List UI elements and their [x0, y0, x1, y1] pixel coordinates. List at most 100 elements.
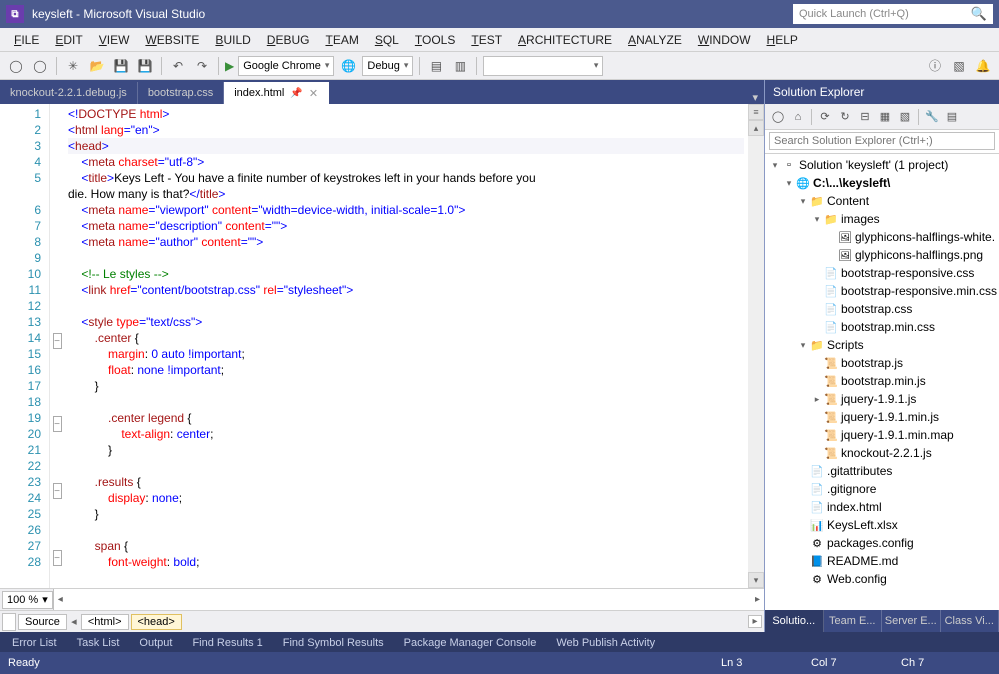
scroll-track[interactable] — [748, 136, 764, 572]
tree-node[interactable]: ▾🌐C:\...\keysleft\ — [765, 174, 999, 192]
pin-icon[interactable]: 📌 — [290, 88, 302, 99]
breadcrumb-html[interactable]: <html> — [81, 614, 129, 630]
tree-node[interactable]: 📜bootstrap.js — [765, 354, 999, 372]
menu-build[interactable]: BUILD — [207, 33, 258, 47]
redo-icon[interactable]: ↷ — [192, 56, 212, 76]
bottom-tab[interactable]: Find Results 1 — [184, 633, 270, 651]
bottom-tab[interactable]: Find Symbol Results — [275, 633, 392, 651]
menu-sql[interactable]: SQL — [367, 33, 407, 47]
menu-edit[interactable]: EDIT — [47, 33, 90, 47]
tree-node[interactable]: ⚙packages.config — [765, 534, 999, 552]
start-debug-icon[interactable]: ▶ — [225, 59, 234, 73]
browser-combo[interactable]: Google Chrome▾ — [238, 56, 334, 76]
editor-tab[interactable]: index.html📌✕ — [224, 82, 329, 104]
nav-back-icon[interactable]: ◯ — [6, 56, 26, 76]
bottom-tab[interactable]: Task List — [69, 633, 128, 651]
menu-test[interactable]: TEST — [463, 33, 510, 47]
refresh-icon[interactable]: ↻ — [836, 108, 854, 126]
menu-website[interactable]: WEBSITE — [137, 33, 207, 47]
config-combo[interactable]: Debug▾ — [362, 56, 413, 76]
tree-node[interactable]: 📜bootstrap.min.js — [765, 372, 999, 390]
menu-team[interactable]: TEAM — [317, 33, 366, 47]
tree-node[interactable]: 📄bootstrap-responsive.min.css — [765, 282, 999, 300]
tree-node[interactable]: 🖼glyphicons-halflings-white. — [765, 228, 999, 246]
tree-node[interactable]: 📘README.md — [765, 552, 999, 570]
fold-toggle-icon[interactable]: − — [53, 416, 62, 432]
scroll-down-icon[interactable]: ▾ — [748, 572, 764, 588]
tree-arrow-icon[interactable]: ▾ — [797, 196, 809, 207]
open-icon[interactable]: 📂 — [87, 56, 107, 76]
panel-tab[interactable]: Server E... — [882, 610, 941, 632]
panel-tab[interactable]: Team E... — [824, 610, 883, 632]
tree-node[interactable]: ▾📁Scripts — [765, 336, 999, 354]
fold-toggle-icon[interactable]: − — [53, 483, 62, 499]
crumb-right-icon[interactable]: ▸ — [748, 615, 762, 628]
crumb-left-icon[interactable]: ◂ — [69, 615, 79, 628]
editor-tab[interactable]: bootstrap.css — [138, 82, 224, 104]
tree-node[interactable]: 📊KeysLeft.xlsx — [765, 516, 999, 534]
tree-node[interactable]: ▾📁Content — [765, 192, 999, 210]
preview-icon[interactable]: 🔧 — [923, 108, 941, 126]
tree-node[interactable]: 📜knockout-2.2.1.js — [765, 444, 999, 462]
menu-architecture[interactable]: ARCHITECTURE — [510, 33, 620, 47]
panel-tab[interactable]: Solutio... — [765, 610, 824, 632]
tree-node[interactable]: ▾📁images — [765, 210, 999, 228]
toolbox-icon[interactable]: ▤ — [426, 56, 446, 76]
quick-launch-input[interactable]: Quick Launch (Ctrl+Q) 🔍 — [793, 4, 993, 24]
properties-icon[interactable]: ▧ — [896, 108, 914, 126]
tree-arrow-icon[interactable]: ▾ — [783, 178, 795, 189]
back-icon[interactable]: ◯ — [769, 108, 787, 126]
tree-arrow-icon[interactable]: ▾ — [769, 160, 781, 171]
info-icon[interactable]: ⓘ — [925, 56, 945, 76]
tree-node[interactable]: 📜jquery-1.9.1.min.js — [765, 408, 999, 426]
source-tab[interactable]: Source — [18, 614, 67, 630]
tree-node[interactable]: 📄index.html — [765, 498, 999, 516]
view-switch-icon[interactable] — [2, 613, 16, 631]
fold-toggle-icon[interactable]: − — [53, 333, 62, 349]
menu-view[interactable]: VIEW — [91, 33, 138, 47]
collapse-all-icon[interactable]: ⊟ — [856, 108, 874, 126]
breadcrumb-head[interactable]: <head> — [131, 614, 182, 630]
tree-node[interactable]: 📄.gitignore — [765, 480, 999, 498]
home-icon[interactable]: ⌂ — [789, 108, 807, 126]
new-project-icon[interactable]: ✳ — [63, 56, 83, 76]
menu-debug[interactable]: DEBUG — [259, 33, 318, 47]
split-view-icon[interactable]: ≡ — [748, 104, 764, 120]
menu-window[interactable]: WINDOW — [690, 33, 759, 47]
show-all-icon[interactable]: ▦ — [876, 108, 894, 126]
sync-icon[interactable]: ⟳ — [816, 108, 834, 126]
tree-arrow-icon[interactable]: ▾ — [797, 340, 809, 351]
menu-help[interactable]: HELP — [759, 33, 806, 47]
tree-node[interactable]: 📄bootstrap.min.css — [765, 318, 999, 336]
tree-node[interactable]: 📄bootstrap.css — [765, 300, 999, 318]
fold-toggle-icon[interactable]: − — [53, 550, 62, 566]
nav-fwd-icon[interactable]: ◯ — [30, 56, 50, 76]
save-icon[interactable]: 💾 — [111, 56, 131, 76]
save-all-icon[interactable]: 💾 — [135, 56, 155, 76]
editor-tab[interactable]: knockout-2.2.1.debug.js — [0, 82, 138, 104]
code-editor[interactable]: <!DOCTYPE html><html lang="en"><head> <m… — [64, 104, 748, 588]
browser-picker-icon[interactable]: 🌐 — [338, 56, 358, 76]
menu-tools[interactable]: TOOLS — [407, 33, 463, 47]
tree-node[interactable]: ▸📜jquery-1.9.1.js — [765, 390, 999, 408]
vertical-scrollbar[interactable]: ≡ ▴ ▾ — [748, 104, 764, 588]
tree-node[interactable]: ▾▫Solution 'keysleft' (1 project) — [765, 156, 999, 174]
undo-icon[interactable]: ↶ — [168, 56, 188, 76]
tree-node[interactable]: 📜jquery-1.9.1.min.map — [765, 426, 999, 444]
tree-node[interactable]: ⚙Web.config — [765, 570, 999, 588]
menu-file[interactable]: FILE — [6, 33, 47, 47]
solution-search-input[interactable] — [769, 132, 995, 150]
panel-tab[interactable]: Class Vi... — [941, 610, 999, 632]
find-combo[interactable]: ▾ — [483, 56, 603, 76]
tabs-overflow-icon[interactable]: ▾ — [746, 91, 764, 104]
menu-analyze[interactable]: ANALYZE — [620, 33, 690, 47]
hscroll-left-icon[interactable]: ◂ — [58, 594, 63, 605]
bottom-tab[interactable]: Package Manager Console — [396, 633, 545, 651]
tree-node[interactable]: 🖼glyphicons-halflings.png — [765, 246, 999, 264]
zoom-combo[interactable]: 100 %▾ — [2, 591, 53, 609]
bottom-tab[interactable]: Output — [131, 633, 180, 651]
feedback-icon[interactable]: 🔔 — [973, 56, 993, 76]
tabs-icon[interactable]: ▥ — [450, 56, 470, 76]
tree-arrow-icon[interactable]: ▾ — [811, 214, 823, 225]
hscroll-right-icon[interactable]: ▸ — [755, 594, 760, 605]
